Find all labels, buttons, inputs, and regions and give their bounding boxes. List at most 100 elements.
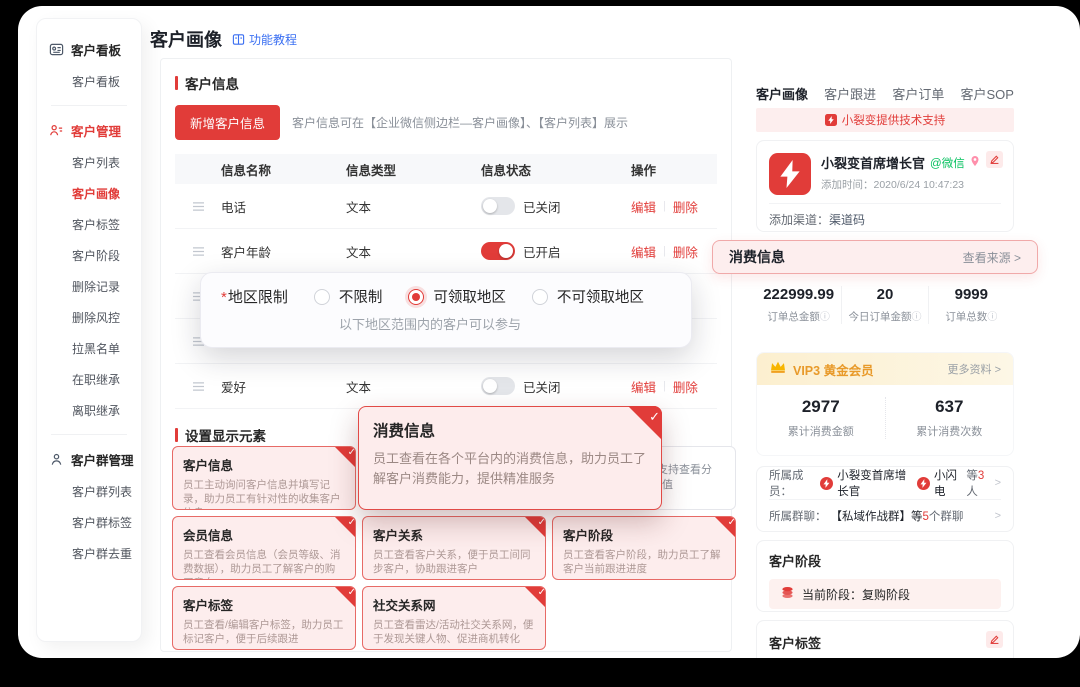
sidebar-item-group-list[interactable]: 客户群列表: [37, 476, 141, 507]
selected-check-icon: ✓: [628, 406, 662, 440]
xiaoliebian-logo-icon: [820, 477, 833, 490]
divider: [769, 203, 1001, 204]
app-window: 客户看板 客户看板 客户管理 客户列表 客户画像 客户标签 客户阶段 删除记录 …: [18, 6, 1080, 658]
delete-link[interactable]: 删除: [673, 242, 698, 261]
owner-members-row[interactable]: 所属成员： 小裂变首席增长官 小闪电 等3人 >: [769, 467, 1001, 499]
info-icon[interactable]: ⓘ: [911, 312, 921, 323]
element-card-customer-tag[interactable]: 客户标签 员工查看/编辑客户标签，助力员工标记客户，便于后续跟进 ✓: [172, 586, 356, 650]
tab-customer-portrait[interactable]: 客户画像: [756, 84, 808, 103]
sidebar-item-resign-inherit[interactable]: 离职继承: [37, 395, 141, 426]
customer-name: 小裂变首席增长官: [821, 153, 925, 172]
element-card-customer-relation[interactable]: 客户关系 员工查看客户关系，便于员工间同步客户，协助跟进客户 ✓: [362, 516, 546, 580]
avatar: [769, 153, 811, 195]
tab-customer-order[interactable]: 客户订单: [892, 84, 944, 103]
wechat-tag: @微信: [930, 155, 965, 171]
sidebar-item-delete-record[interactable]: 删除记录: [37, 271, 141, 302]
selected-check-icon: ✓: [714, 516, 736, 538]
info-icon[interactable]: ⓘ: [820, 312, 830, 323]
add-time: 添加时间：2020/6/24 10:47:23: [821, 177, 1001, 192]
sidebar-item-group-dedupe[interactable]: 客户群去重: [37, 538, 141, 569]
stage-icon: [781, 586, 794, 602]
sidebar-section-group-manage[interactable]: 客户群管理: [37, 443, 141, 476]
element-card-consume-info-featured[interactable]: 消费信息 员工查看在各个平台内的消费信息，助力员工了解客户消费能力，提供精准服务…: [358, 406, 662, 510]
stat-order-count: 9999 订单总数ⓘ: [929, 286, 1014, 324]
radio-icon[interactable]: [314, 289, 330, 305]
more-info-link[interactable]: 更多资料 >: [948, 361, 1001, 377]
sidebar-section-customer-manage[interactable]: 客户管理: [37, 114, 141, 147]
sidebar-item-customer-tags[interactable]: 客户标签: [37, 209, 141, 240]
current-stage-row[interactable]: 当前阶段：复购阶段: [769, 579, 1001, 609]
xiaoliebian-logo-icon: [825, 114, 837, 126]
consume-info-callout: 消费信息 查看来源 >: [712, 240, 1038, 274]
table-row: 电话 文本 已关闭 编辑|删除: [175, 184, 717, 229]
tab-customer-follow[interactable]: 客户跟进: [824, 84, 876, 103]
table-row: 爱好 文本 已关闭 编辑|删除: [175, 364, 717, 409]
status-toggle[interactable]: [481, 377, 515, 395]
sidebar-section-kanban[interactable]: 客户看板: [37, 33, 141, 66]
tutorial-link[interactable]: 功能教程: [232, 31, 297, 48]
customer-info-hint: 客户信息可在【企业微信侧边栏—客户画像】、【客户列表】展示: [292, 114, 628, 131]
group-manage-icon: [49, 452, 64, 467]
page-title: 客户画像: [150, 26, 222, 52]
radio-selected-icon[interactable]: [408, 289, 424, 305]
element-card-member-info[interactable]: 会员信息 员工查看会员信息（会员等级、消费数据），助力员工了解客户的购买意向 ✓: [172, 516, 356, 580]
sidebar-item-customer-list[interactable]: 客户列表: [37, 147, 141, 178]
stat-today-order-amount: 20 今日订单金额ⓘ: [842, 286, 928, 324]
element-card-social-network[interactable]: 社交关系网 员工查看雷达/活动社交关系网，便于发现关键人物、促进商机转化 ✓: [362, 586, 546, 650]
edit-profile-icon[interactable]: [986, 151, 1003, 168]
info-icon[interactable]: ⓘ: [987, 312, 997, 323]
selected-check-icon: ✓: [334, 516, 356, 538]
edit-link[interactable]: 编辑: [631, 197, 656, 216]
dashboard-icon: [49, 42, 64, 57]
order-stats: 222999.99 订单总金额ⓘ 20 今日订单金额ⓘ 9999 订单总数ⓘ: [756, 286, 1014, 324]
element-card-customer-stage[interactable]: 客户阶段 员工查看客户阶段，助力员工了解客户当前跟进进度 ✓: [552, 516, 736, 580]
delete-link[interactable]: 删除: [673, 377, 698, 396]
drag-handle-icon[interactable]: [175, 246, 221, 257]
radio-no-limit[interactable]: 不限制: [314, 286, 383, 307]
sidebar-item-group-tags[interactable]: 客户群标签: [37, 507, 141, 538]
edit-tags-icon[interactable]: [986, 631, 1003, 648]
edit-link[interactable]: 编辑: [631, 242, 656, 261]
element-card-customer-info[interactable]: 客户信息 员工主动询问客户信息并填写记录，助力员工有针对性的收集客户信息 ✓: [172, 446, 356, 510]
owner-groups-row[interactable]: 所属群聊： 【私域作战群】等5个群聊 >: [769, 499, 1001, 532]
stat-order-total-amount: 222999.99 订单总金额ⓘ: [756, 286, 842, 324]
region-restriction-label: *地区限制: [221, 286, 288, 307]
section-accent-bar: [175, 76, 178, 90]
radio-allowed-region[interactable]: 可领取地区: [408, 286, 506, 307]
tab-customer-sop[interactable]: 客户SOP: [961, 84, 1014, 103]
edit-link[interactable]: 编辑: [631, 377, 656, 396]
region-restriction-caption: 以下地区范围内的客户可以参与: [339, 314, 671, 333]
section-accent-bar: [175, 428, 178, 442]
sidebar-section-label: 客户管理: [71, 121, 121, 140]
add-customer-info-button[interactable]: 新增客户信息: [175, 105, 280, 140]
sidebar-item-onjob-inherit[interactable]: 在职继承: [37, 364, 141, 395]
radio-icon[interactable]: [532, 289, 548, 305]
add-channel: 添加渠道：渠道码: [769, 211, 865, 228]
radio-forbidden-region[interactable]: 不可领取地区: [532, 286, 644, 307]
customer-stage-card: 客户阶段 当前阶段：复购阶段: [756, 540, 1014, 612]
sidebar-item-kanban[interactable]: 客户看板: [37, 66, 141, 97]
delete-link[interactable]: 删除: [673, 197, 698, 216]
panel-tabs: 客户画像 客户跟进 客户订单 客户SOP: [756, 84, 1014, 103]
chevron-right-icon: >: [995, 510, 1001, 522]
sidebar-item-blacklist[interactable]: 拉黑名单: [37, 333, 141, 364]
sidebar: 客户看板 客户看板 客户管理 客户列表 客户画像 客户标签 客户阶段 删除记录 …: [36, 18, 142, 642]
vip-banner: VIP3 黄金会员 更多资料 >: [757, 353, 1013, 385]
crown-icon: [769, 360, 787, 379]
vip-card: VIP3 黄金会员 更多资料 > 2977 累计消费金额 637 累计消费次数: [756, 352, 1014, 456]
sidebar-item-delete-risk[interactable]: 删除风控: [37, 302, 141, 333]
vip-level-label: VIP3 黄金会员: [793, 360, 942, 379]
table-row: 客户年龄 文本 已开启 编辑|删除: [175, 229, 717, 274]
selected-check-icon: ✓: [334, 586, 356, 608]
status-toggle[interactable]: [481, 242, 515, 260]
customer-tags-card: 客户标签: [756, 620, 1014, 658]
drag-handle-icon[interactable]: [175, 201, 221, 212]
status-toggle[interactable]: [481, 197, 515, 215]
tech-support-banner: 小裂变提供技术支持: [756, 108, 1014, 132]
sidebar-item-customer-stage[interactable]: 客户阶段: [37, 240, 141, 271]
view-source-link[interactable]: 查看来源 >: [963, 249, 1021, 266]
drag-handle-icon[interactable]: [175, 381, 221, 392]
stage-card-title: 客户阶段: [769, 551, 1001, 570]
book-icon: [232, 33, 245, 46]
sidebar-item-customer-portrait[interactable]: 客户画像: [37, 178, 141, 209]
